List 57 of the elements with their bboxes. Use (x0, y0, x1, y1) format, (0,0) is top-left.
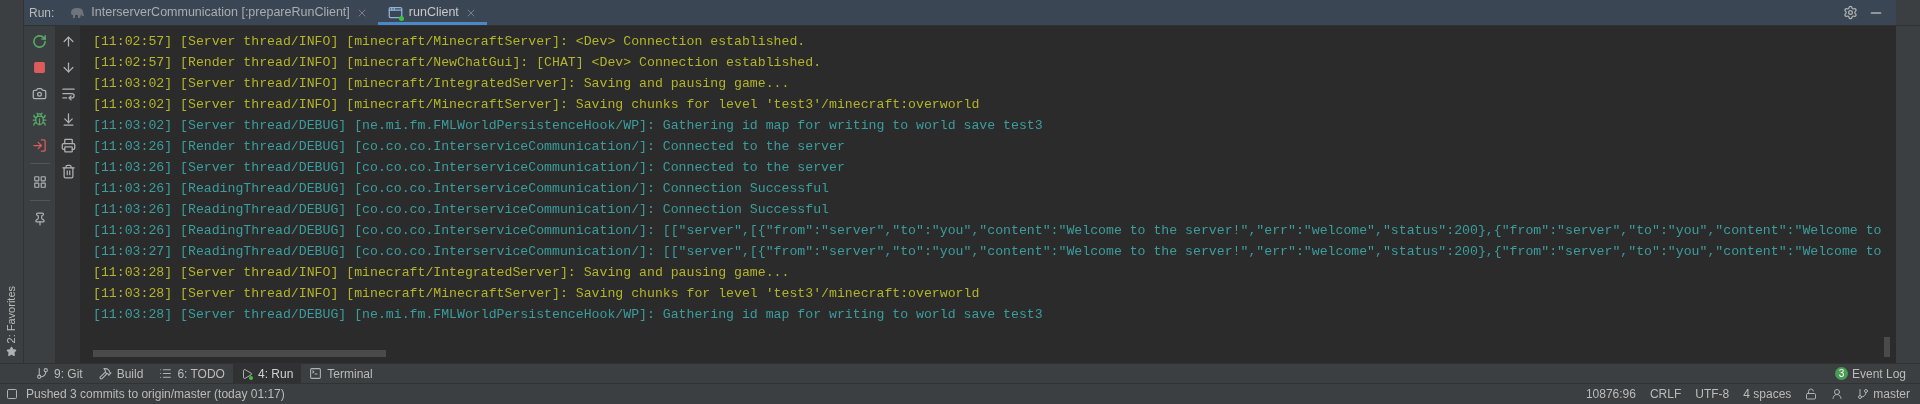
tool-window-tab[interactable]: 6: TODO (151, 364, 233, 383)
log-line: [11:03:02] [Server thread/DEBUG] [ne.mi.fm.FMLWorldPersistenceHook/WP]: Gathering id map for writing to world save test3 (93, 117, 1043, 135)
branch-icon (1857, 388, 1870, 400)
log-line: [11:03:26] [Render thread/DEBUG] [co.co.co.InterserviceCommunication/]: Connected to the server (93, 138, 845, 156)
exit-icon (32, 137, 47, 153)
tool-window-tab[interactable]: Build (90, 364, 152, 383)
log-line: [11:03:26] [ReadingThread/DEBUG] [co.co.co.InterserviceCommunication/]: Connection Successful (93, 201, 829, 219)
log-line: [11:03:28] [Server thread/DEBUG] [ne.mi.fm.FMLWorldPersistenceHook/WP]: Gathering id map for writing to world save test3 (93, 306, 1043, 324)
layout-icon (32, 175, 47, 189)
square-icon[interactable] (6, 388, 18, 400)
hammer-icon (98, 367, 112, 380)
list-icon (159, 367, 173, 380)
play-icon (240, 367, 253, 380)
run-label: Run: (28, 4, 56, 22)
tool-window-tab[interactable]: Terminal (301, 364, 381, 383)
log-line: [11:03:02] [Server thread/INFO] [minecraft/IntegratedServer]: Saving and pausing game... (93, 75, 790, 93)
lock-icon[interactable] (1805, 388, 1818, 400)
log-line: [11:03:27] [ReadingThread/DEBUG] [co.co.co.InterserviceCommunication/]: [["server",[{"from":"server","to":"you","content":"Welcome to the server!","err":"welcome","status":200},{"from":"server","to":"you","content":"Welcome to (93, 243, 1882, 261)
rerun-icon (32, 33, 47, 49)
log-line: [11:03:28] [Server thread/INFO] [minecraft/MinecraftServer]: Saving chunks for level 'test3'/minecraft:overworld (93, 285, 980, 303)
line-separator[interactable]: CRLF (1649, 385, 1682, 403)
caret-position[interactable]: 10876:96 (1585, 385, 1636, 403)
event-log-button[interactable]: 3 Event Log (1834, 364, 1906, 383)
tool-window-tab[interactable]: 4: Run (232, 364, 302, 383)
stop-icon (33, 60, 46, 74)
window-icon (387, 5, 403, 20)
vertical-scrollbar[interactable] (1884, 337, 1890, 357)
log-line: [11:03:26] [ReadingThread/DEBUG] [co.co.co.InterserviceCommunication/]: [["server",[{"from":"server","to":"you","content":"Welcome to the server!","err":"welcome","status":200},{"from":"server","to":"you","content":"Welcome to (93, 222, 1882, 240)
camera-icon (32, 85, 47, 101)
terminal-icon (309, 367, 323, 380)
horizontal-scrollbar[interactable] (93, 350, 386, 357)
log-line: [11:03:02] [Server thread/INFO] [minecraft/MinecraftServer]: Saving chunks for level 'test3'/minecraft:overworld (93, 96, 980, 114)
settings-icon[interactable] (1843, 5, 1858, 20)
branch-icon (36, 367, 49, 380)
indent-setting[interactable]: 4 spaces (1743, 385, 1792, 403)
log-line: [11:02:57] [Render thread/INFO] [minecraft/NewChatGui]: [CHAT] <Dev> Connection established. (93, 54, 822, 72)
log-line: [11:02:57] [Server thread/INFO] [minecraft/MinecraftServer]: <Dev> Connection established. (93, 33, 806, 51)
status-message: Pushed 3 commits to origin/master (today 01:17) (26, 386, 285, 403)
printer-icon (60, 137, 76, 153)
count-badge: 3 (1834, 367, 1848, 380)
run-tab[interactable]: InterserverCommunication [:prepareRunClient] (59, 0, 378, 25)
bug-icon (32, 111, 47, 127)
arrow-up-icon (60, 33, 76, 49)
favorites-tab[interactable]: 2: Favorites (3, 285, 20, 357)
log-line: [11:03:26] [ReadingThread/DEBUG] [co.co.co.InterserviceCommunication/]: Connection Successful (93, 180, 829, 198)
log-line: [11:03:28] [Server thread/INFO] [minecraft/IntegratedServer]: Saving and pausing game... (93, 264, 790, 282)
wrap-icon (60, 85, 76, 101)
star-icon (6, 346, 17, 357)
file-encoding[interactable]: UTF-8 (1695, 385, 1730, 403)
tool-window-tab[interactable]: 9: Git (28, 364, 91, 383)
arrow-down-icon (60, 59, 76, 75)
elephant-icon (69, 6, 86, 19)
log-line: [11:03:26] [Server thread/DEBUG] [co.co.co.InterserviceCommunication/]: Connected to the server (93, 159, 845, 177)
pin-icon (32, 212, 47, 226)
person-icon[interactable] (1831, 388, 1844, 400)
branch-button[interactable]: master (1857, 385, 1910, 403)
trash-icon (60, 163, 76, 179)
